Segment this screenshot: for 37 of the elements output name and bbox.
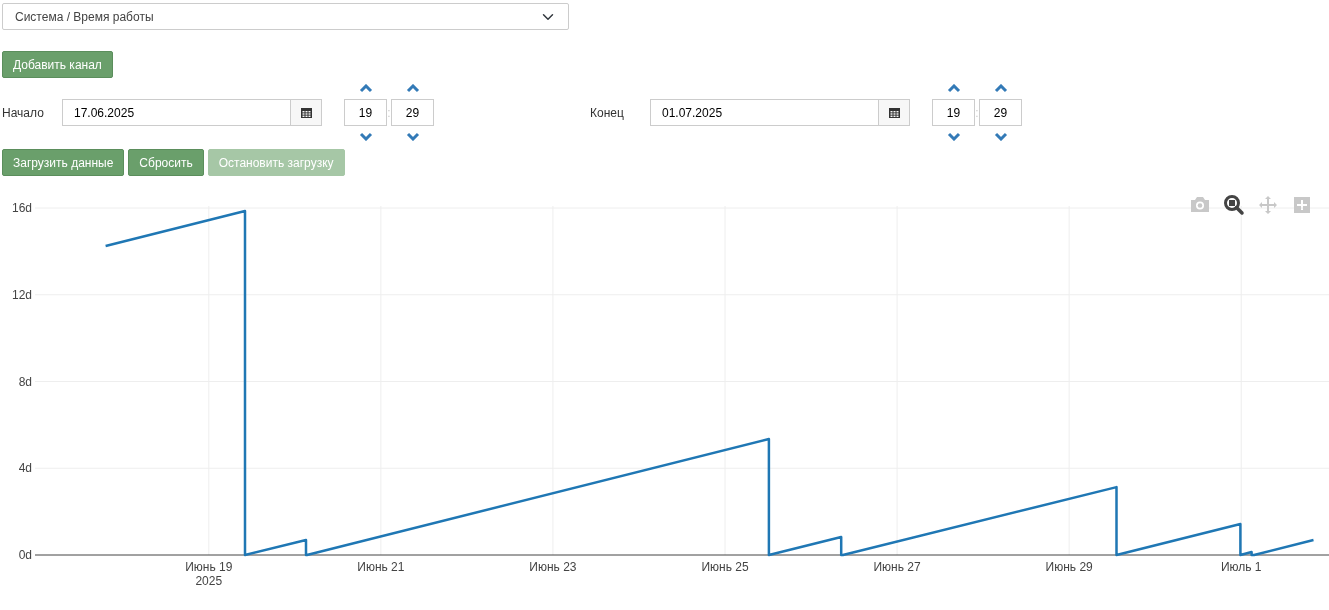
calendar-button[interactable] <box>290 99 322 126</box>
calendar-icon <box>300 107 312 118</box>
chevron-up-icon[interactable] <box>358 84 373 93</box>
hours-field[interactable]: 19 <box>932 99 975 126</box>
calendar-button[interactable] <box>878 99 910 126</box>
x-tick-label: Июнь 25 <box>701 560 749 574</box>
chevron-down-icon[interactable] <box>405 132 420 141</box>
x-tick-label: Июль 1 <box>1220 560 1262 574</box>
date-field[interactable]: 01.07.2025 <box>650 99 878 126</box>
y-tick-label: 16d <box>11 201 32 215</box>
y-tick-label: 8d <box>18 374 32 389</box>
year-label: 2025 <box>195 574 223 586</box>
x-tick-label: Июнь 29 <box>1045 560 1093 574</box>
zoom-icon[interactable] <box>1223 194 1245 216</box>
chevron-up-icon[interactable] <box>946 84 961 93</box>
x-tick-label: Июнь 19 <box>185 560 233 574</box>
y-tick-label: 12d <box>11 287 32 302</box>
date-field[interactable]: 17.06.2025 <box>62 99 290 126</box>
x-tick-label: Июнь 23 <box>529 560 577 574</box>
y-tick-label: 4d <box>18 461 32 476</box>
calendar-icon <box>888 107 900 118</box>
chevron-up-icon[interactable] <box>405 84 420 93</box>
field-label: Конец <box>590 104 625 122</box>
chevron-up-icon[interactable] <box>993 84 1008 93</box>
hours-field[interactable]: 19 <box>344 99 387 126</box>
field-label: Начало <box>2 104 45 122</box>
x-tick-label: Июнь 21 <box>357 560 405 574</box>
chevron-down-icon[interactable] <box>993 132 1008 141</box>
time-separator: : <box>387 104 391 122</box>
minutes-field[interactable]: 29 <box>391 99 434 126</box>
y-tick-label: 0d <box>18 548 32 562</box>
x-tick-label: Июнь 27 <box>873 560 921 574</box>
minutes-field[interactable]: 29 <box>979 99 1022 126</box>
chevron-down-icon[interactable] <box>946 132 961 141</box>
time-separator: : <box>975 104 979 122</box>
chevron-down-icon[interactable] <box>358 132 373 141</box>
channel-dropdown[interactable]: Система / Время работы <box>2 3 569 30</box>
